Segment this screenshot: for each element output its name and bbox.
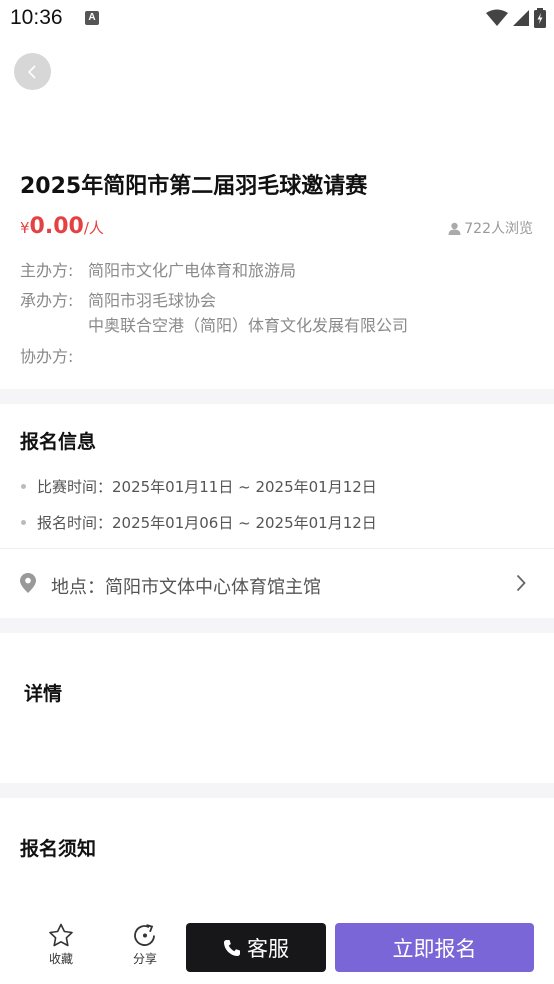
host-row: 主办方: 简阳市文化广电体育和旅游局 [20,257,296,281]
favorite-label: 收藏 [48,952,73,966]
signup-button[interactable]: 立即报名 [335,923,534,972]
organizer-row: 承办方: 简阳市羽毛球协会 [20,287,216,311]
customer-service-button[interactable]: 客服 [186,923,326,972]
status-icons [486,8,546,28]
bullet [21,484,26,489]
user-icon [448,222,461,235]
section-divider [0,389,554,404]
signup-time: 报名时间：2025年01月06日 ~ 2025年01月12日 [37,514,377,532]
registration-info-title: 报名信息 [20,431,97,453]
notification-icon: A [85,11,99,25]
price-currency: ¥ [20,219,30,237]
organizer-label: 承办方: [20,291,74,310]
organizer-value: 简阳市羽毛球协会 [88,291,217,310]
event-title: 2025年简阳市第二届羽毛球邀请赛 [20,174,368,199]
host-value: 简阳市文化广电体育和旅游局 [88,261,297,280]
back-button[interactable] [14,53,51,90]
star-icon [49,923,73,947]
customer-service-label: 客服 [247,936,289,961]
share-button[interactable]: 分享 [120,923,170,967]
phone-icon [224,939,240,956]
view-count: 722人浏览 [448,218,533,238]
favorite-button[interactable]: 收藏 [36,923,86,967]
status-time: 10:36 [10,6,63,29]
location-pin-icon [20,573,36,593]
organizer-row-2: 中奥联合空港（简阳）体育文化发展有限公司 [20,312,408,335]
signal-icon [513,10,529,26]
location-row[interactable]: 地点：简阳市文体中心体育馆主馆 [0,556,554,614]
details-title: 详情 [24,683,63,705]
price-amount: 0.00 [29,214,84,239]
battery-icon [534,8,546,28]
host-label: 主办方: [20,261,74,280]
match-time-row: 比赛时间：2025年01月11日 ~ 2025年01月12日 [20,476,377,497]
wifi-icon [486,9,508,26]
chevron-right-icon [516,574,526,592]
section-divider [0,618,554,633]
location-label: 地点：简阳市文体中心体育馆主馆 [51,577,321,598]
status-bar: 10:36 A [0,0,554,36]
bullet [21,520,26,525]
co-organizer-label: 协办方: [20,347,74,366]
notice-title: 报名须知 [20,838,97,860]
co-organizer-row: 协办方: [20,343,88,367]
back-icon [27,64,36,79]
signup-label: 立即报名 [392,936,477,961]
signup-time-row: 报名时间：2025年01月06日 ~ 2025年01月12日 [20,512,377,533]
price-unit: /人 [83,219,104,237]
view-count-label: 722人浏览 [464,221,533,237]
bottom-action-bar: 收藏 分享 客服 立即报名 [0,905,554,984]
event-price: ¥0.00/人 [20,214,104,239]
organizer-value: 中奥联合空港（简阳）体育文化发展有限公司 [88,316,409,335]
row-divider [0,548,554,549]
share-icon [134,924,155,946]
match-time: 比赛时间：2025年01月11日 ~ 2025年01月12日 [37,478,377,496]
share-label: 分享 [132,952,157,966]
section-divider [0,783,554,798]
